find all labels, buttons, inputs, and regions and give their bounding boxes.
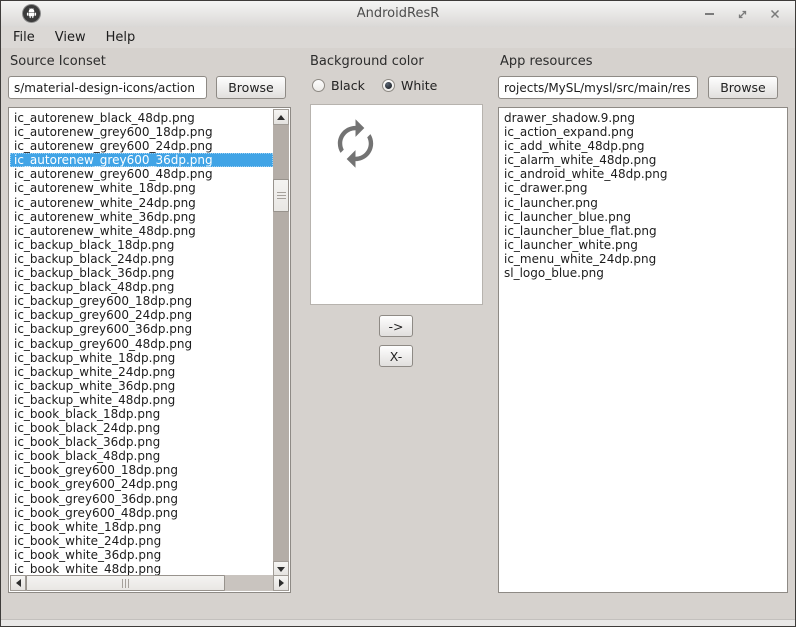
radio-circle-icon	[312, 79, 325, 92]
list-item[interactable]: ic_alarm_white_48dp.png	[500, 153, 786, 167]
list-item[interactable]: ic_backup_grey600_24dp.png	[10, 308, 273, 322]
radio-white[interactable]: White	[382, 78, 437, 93]
list-item[interactable]: ic_backup_white_18dp.png	[10, 351, 273, 365]
list-item[interactable]: ic_backup_grey600_18dp.png	[10, 294, 273, 308]
menu-file[interactable]: File	[3, 28, 45, 47]
list-item[interactable]: ic_backup_black_48dp.png	[10, 280, 273, 294]
list-item[interactable]: ic_drawer.png	[500, 181, 786, 195]
radio-circle-icon	[382, 79, 395, 92]
list-item[interactable]: ic_autorenew_grey600_36dp.png	[10, 153, 273, 167]
list-item[interactable]: ic_autorenew_white_36dp.png	[10, 210, 273, 224]
list-item[interactable]: drawer_shadow.9.png	[500, 111, 786, 125]
title-bar[interactable]: AndroidResR	[1, 1, 795, 28]
scroll-right-button[interactable]	[273, 575, 289, 591]
list-item[interactable]: ic_autorenew_grey600_18dp.png	[10, 125, 273, 139]
list-item[interactable]: ic_book_black_24dp.png	[10, 421, 273, 435]
list-item[interactable]: ic_backup_black_18dp.png	[10, 238, 273, 252]
source-file-list[interactable]: ic_autorenew_black_48dp.pngic_autorenew_…	[8, 107, 291, 593]
list-item[interactable]: ic_android_white_48dp.png	[500, 167, 786, 181]
list-item[interactable]: ic_backup_black_24dp.png	[10, 252, 273, 266]
list-item[interactable]: ic_launcher_blue.png	[500, 210, 786, 224]
menu-help[interactable]: Help	[96, 28, 146, 47]
list-item[interactable]: ic_autorenew_white_24dp.png	[10, 196, 273, 210]
close-icon	[770, 9, 780, 19]
minimize-button[interactable]	[697, 4, 721, 24]
list-item[interactable]: ic_add_white_48dp.png	[500, 139, 786, 153]
horizontal-scrollbar[interactable]	[10, 575, 289, 591]
vertical-scrollbar[interactable]	[273, 109, 289, 577]
minimize-icon	[705, 13, 714, 15]
scroll-up-button[interactable]	[273, 109, 289, 125]
list-item[interactable]: ic_backup_black_36dp.png	[10, 266, 273, 280]
source-iconset-label: Source Iconset	[10, 54, 106, 69]
list-item[interactable]: ic_book_white_36dp.png	[10, 548, 273, 562]
list-item[interactable]: ic_book_white_18dp.png	[10, 520, 273, 534]
list-item[interactable]: ic_launcher.png	[500, 196, 786, 210]
transfer-button[interactable]: ->	[379, 315, 413, 337]
list-item[interactable]: ic_book_white_48dp.png	[10, 562, 273, 575]
status-bar	[1, 619, 795, 626]
maximize-button[interactable]	[730, 4, 754, 24]
list-item[interactable]: ic_backup_grey600_36dp.png	[10, 322, 273, 336]
autorenew-icon	[329, 117, 382, 170]
source-path-input[interactable]	[8, 76, 207, 99]
list-item[interactable]: ic_book_grey600_18dp.png	[10, 463, 273, 477]
list-item[interactable]: ic_book_grey600_48dp.png	[10, 506, 273, 520]
resources-browse-button[interactable]: Browse	[708, 76, 778, 99]
list-item[interactable]: ic_book_black_48dp.png	[10, 449, 273, 463]
menu-bar: File View Help	[1, 27, 795, 48]
radio-white-label: White	[401, 78, 437, 93]
horizontal-scroll-thumb[interactable]	[26, 575, 225, 591]
window-title: AndroidResR	[1, 6, 795, 21]
list-item[interactable]: ic_autorenew_black_48dp.png	[10, 111, 273, 125]
arrow-down-icon	[277, 567, 285, 572]
list-item[interactable]: ic_action_expand.png	[500, 125, 786, 139]
grip-icon	[277, 192, 286, 200]
app-window: { "window": { "title": "AndroidResR", "i…	[0, 0, 796, 627]
list-item[interactable]: ic_book_black_36dp.png	[10, 435, 273, 449]
menu-view[interactable]: View	[45, 28, 96, 47]
background-color-label: Background color	[310, 54, 424, 69]
maximize-icon	[737, 9, 748, 20]
scroll-left-button[interactable]	[10, 575, 26, 591]
list-item[interactable]: ic_book_grey600_24dp.png	[10, 477, 273, 491]
list-item[interactable]: ic_backup_white_24dp.png	[10, 365, 273, 379]
remove-button[interactable]: X-	[379, 345, 413, 367]
arrow-left-icon	[16, 579, 21, 587]
list-item[interactable]: sl_logo_blue.png	[500, 266, 786, 280]
list-item[interactable]: ic_backup_grey600_48dp.png	[10, 337, 273, 351]
grip-icon	[122, 579, 130, 588]
resources-file-list[interactable]: drawer_shadow.9.pngic_action_expand.pngi…	[498, 107, 788, 593]
list-item[interactable]: ic_book_white_24dp.png	[10, 534, 273, 548]
list-item[interactable]: ic_book_grey600_36dp.png	[10, 492, 273, 506]
radio-black-label: Black	[331, 78, 365, 93]
source-browse-button[interactable]: Browse	[216, 76, 286, 99]
arrow-right-icon	[279, 579, 284, 587]
app-resources-label: App resources	[500, 54, 593, 69]
list-item[interactable]: ic_autorenew_white_18dp.png	[10, 181, 273, 195]
list-item[interactable]: ic_launcher_blue_flat.png	[500, 224, 786, 238]
list-item[interactable]: ic_backup_white_48dp.png	[10, 393, 273, 407]
list-item[interactable]: ic_autorenew_grey600_24dp.png	[10, 139, 273, 153]
list-item[interactable]: ic_book_black_18dp.png	[10, 407, 273, 421]
close-button[interactable]	[763, 4, 787, 24]
resources-path-input[interactable]	[498, 76, 698, 99]
list-item[interactable]: ic_menu_white_24dp.png	[500, 252, 786, 266]
radio-black[interactable]: Black	[312, 78, 365, 93]
arrow-up-icon	[277, 115, 285, 120]
list-item[interactable]: ic_autorenew_white_48dp.png	[10, 224, 273, 238]
vertical-scroll-thumb[interactable]	[273, 179, 289, 212]
list-item[interactable]: ic_autorenew_grey600_48dp.png	[10, 167, 273, 181]
list-item[interactable]: ic_launcher_white.png	[500, 238, 786, 252]
icon-preview	[310, 104, 483, 305]
list-item[interactable]: ic_backup_white_36dp.png	[10, 379, 273, 393]
